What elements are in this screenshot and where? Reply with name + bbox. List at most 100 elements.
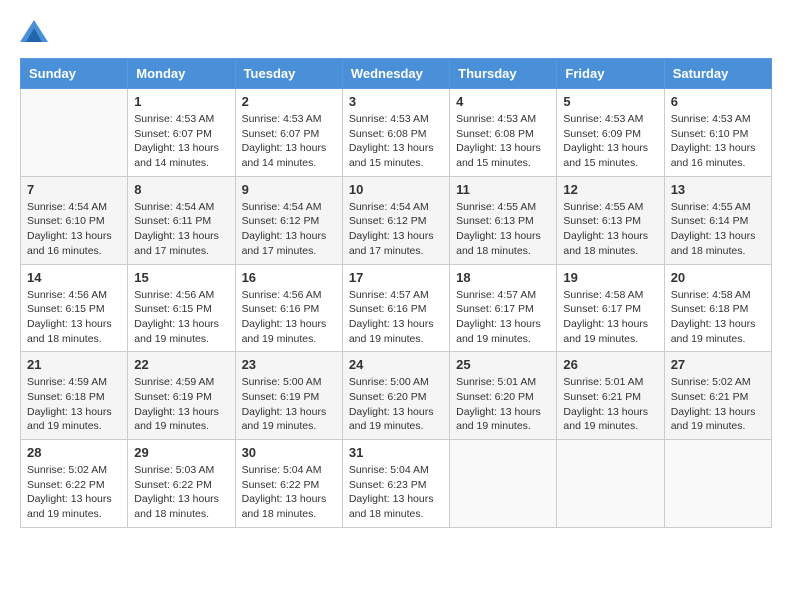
- calendar-cell: 18Sunrise: 4:57 AMSunset: 6:17 PMDayligh…: [450, 264, 557, 352]
- calendar-cell: 23 Sunrise: 5:00 AMSunset: 6:19 PMDayligh…: [235, 352, 342, 440]
- calendar-header-row: SundayMondayTuesdayWednesdayThursdayFrid…: [21, 59, 772, 89]
- day-number: 30: [242, 445, 336, 460]
- day-number: 8: [134, 182, 228, 197]
- day-info: Sunrise: 4:59 AMSunset: 6:18 PMDaylight:…: [27, 375, 121, 434]
- day-number: 5: [563, 94, 657, 109]
- calendar-cell: 22 Sunrise: 4:59 AMSunset: 6:19 PMDayligh…: [128, 352, 235, 440]
- calendar-cell: 10 Sunrise: 4:54 AMSunset: 6:12 PMDayligh…: [342, 176, 449, 264]
- calendar-cell: 30 Sunrise: 5:04 AMSunset: 6:22 PMDayligh…: [235, 440, 342, 528]
- calendar-week-row: 1 Sunrise: 4:53 AMSunset: 6:07 PMDaylight…: [21, 89, 772, 177]
- day-info: Sunrise: 4:53 AMSunset: 6:10 PMDaylight:…: [671, 112, 765, 171]
- header-monday: Monday: [128, 59, 235, 89]
- day-number: 22: [134, 357, 228, 372]
- header-thursday: Thursday: [450, 59, 557, 89]
- day-info: Sunrise: 4:53 AMSunset: 6:07 PMDaylight:…: [242, 112, 336, 171]
- day-info: Sunrise: 4:55 AMSunset: 6:14 PMDaylight:…: [671, 200, 765, 259]
- calendar-cell: [450, 440, 557, 528]
- day-info: Sunrise: 4:55 AMSunset: 6:13 PMDaylight:…: [563, 200, 657, 259]
- day-info: Sunrise: 4:59 AMSunset: 6:19 PMDaylight:…: [134, 375, 228, 434]
- day-info: Sunrise: 5:04 AMSunset: 6:22 PMDaylight:…: [242, 463, 336, 522]
- day-number: 20: [671, 270, 765, 285]
- day-number: 1: [134, 94, 228, 109]
- day-number: 15: [134, 270, 228, 285]
- day-info: Sunrise: 5:00 AMSunset: 6:19 PMDaylight:…: [242, 375, 336, 434]
- calendar-cell: 13 Sunrise: 4:55 AMSunset: 6:14 PMDayligh…: [664, 176, 771, 264]
- header-friday: Friday: [557, 59, 664, 89]
- day-info: Sunrise: 4:54 AMSunset: 6:11 PMDaylight:…: [134, 200, 228, 259]
- header-sunday: Sunday: [21, 59, 128, 89]
- logo-icon: [20, 20, 48, 42]
- day-info: Sunrise: 4:53 AMSunset: 6:07 PMDaylight:…: [134, 112, 228, 171]
- day-number: 24: [349, 357, 443, 372]
- day-number: 31: [349, 445, 443, 460]
- calendar-cell: 15 Sunrise: 4:56 AMSunset: 6:15 PMDayligh…: [128, 264, 235, 352]
- calendar-cell: 16 Sunrise: 4:56 AMSunset: 6:16 PMDayligh…: [235, 264, 342, 352]
- calendar-cell: 19 Sunrise: 4:58 AMSunset: 6:17 PMDayligh…: [557, 264, 664, 352]
- day-info: Sunrise: 5:01 AMSunset: 6:20 PMDaylight:…: [456, 375, 550, 434]
- day-info: Sunrise: 4:53 AMSunset: 6:08 PMDaylight:…: [456, 112, 550, 171]
- day-info: Sunrise: 4:54 AMSunset: 6:12 PMDaylight:…: [349, 200, 443, 259]
- calendar-cell: 20 Sunrise: 4:58 AMSunset: 6:18 PMDayligh…: [664, 264, 771, 352]
- day-info: Sunrise: 5:04 AMSunset: 6:23 PMDaylight:…: [349, 463, 443, 522]
- day-number: 11: [456, 182, 550, 197]
- day-info: Sunrise: 4:53 AMSunset: 6:09 PMDaylight:…: [563, 112, 657, 171]
- day-info: Sunrise: 4:58 AMSunset: 6:17 PMDaylight:…: [563, 288, 657, 347]
- day-number: 25: [456, 357, 550, 372]
- day-number: 10: [349, 182, 443, 197]
- day-number: 23: [242, 357, 336, 372]
- day-info: Sunrise: 4:57 AMSunset: 6:16 PMDaylight:…: [349, 288, 443, 347]
- calendar-cell: 7 Sunrise: 4:54 AMSunset: 6:10 PMDaylight…: [21, 176, 128, 264]
- day-info: Sunrise: 5:01 AMSunset: 6:21 PMDaylight:…: [563, 375, 657, 434]
- day-number: 6: [671, 94, 765, 109]
- calendar-cell: 9 Sunrise: 4:54 AMSunset: 6:12 PMDaylight…: [235, 176, 342, 264]
- calendar-cell: 6 Sunrise: 4:53 AMSunset: 6:10 PMDaylight…: [664, 89, 771, 177]
- calendar-cell: [557, 440, 664, 528]
- day-info: Sunrise: 4:55 AMSunset: 6:13 PMDaylight:…: [456, 200, 550, 259]
- day-info: Sunrise: 4:56 AMSunset: 6:16 PMDaylight:…: [242, 288, 336, 347]
- calendar-cell: 27 Sunrise: 5:02 AMSunset: 6:21 PMDayligh…: [664, 352, 771, 440]
- calendar-cell: 12 Sunrise: 4:55 AMSunset: 6:13 PMDayligh…: [557, 176, 664, 264]
- calendar-week-row: 14 Sunrise: 4:56 AMSunset: 6:15 PMDayligh…: [21, 264, 772, 352]
- day-info: Sunrise: 4:56 AMSunset: 6:15 PMDaylight:…: [134, 288, 228, 347]
- header-tuesday: Tuesday: [235, 59, 342, 89]
- day-number: 14: [27, 270, 121, 285]
- day-info: Sunrise: 5:00 AMSunset: 6:20 PMDaylight:…: [349, 375, 443, 434]
- day-info: Sunrise: 4:54 AMSunset: 6:10 PMDaylight:…: [27, 200, 121, 259]
- calendar-cell: 14 Sunrise: 4:56 AMSunset: 6:15 PMDayligh…: [21, 264, 128, 352]
- day-number: 13: [671, 182, 765, 197]
- day-number: 7: [27, 182, 121, 197]
- day-number: 19: [563, 270, 657, 285]
- day-number: 29: [134, 445, 228, 460]
- calendar-cell: 5 Sunrise: 4:53 AMSunset: 6:09 PMDaylight…: [557, 89, 664, 177]
- day-number: 4: [456, 94, 550, 109]
- day-number: 9: [242, 182, 336, 197]
- calendar-cell: [21, 89, 128, 177]
- day-info: Sunrise: 4:58 AMSunset: 6:18 PMDaylight:…: [671, 288, 765, 347]
- day-info: Sunrise: 5:02 AMSunset: 6:21 PMDaylight:…: [671, 375, 765, 434]
- calendar-cell: 17 Sunrise: 4:57 AMSunset: 6:16 PMDayligh…: [342, 264, 449, 352]
- calendar-week-row: 21Sunrise: 4:59 AMSunset: 6:18 PMDayligh…: [21, 352, 772, 440]
- day-number: 16: [242, 270, 336, 285]
- logo: [20, 20, 52, 42]
- calendar-cell: 3Sunrise: 4:53 AMSunset: 6:08 PMDaylight…: [342, 89, 449, 177]
- day-info: Sunrise: 5:03 AMSunset: 6:22 PMDaylight:…: [134, 463, 228, 522]
- calendar-cell: 4 Sunrise: 4:53 AMSunset: 6:08 PMDaylight…: [450, 89, 557, 177]
- page-header: [20, 20, 772, 42]
- day-info: Sunrise: 4:53 AMSunset: 6:08 PMDaylight:…: [349, 112, 443, 171]
- calendar-cell: 26Sunrise: 5:01 AMSunset: 6:21 PMDayligh…: [557, 352, 664, 440]
- day-number: 2: [242, 94, 336, 109]
- day-number: 17: [349, 270, 443, 285]
- day-info: Sunrise: 4:54 AMSunset: 6:12 PMDaylight:…: [242, 200, 336, 259]
- calendar-cell: 28Sunrise: 5:02 AMSunset: 6:22 PMDayligh…: [21, 440, 128, 528]
- header-wednesday: Wednesday: [342, 59, 449, 89]
- day-number: 12: [563, 182, 657, 197]
- calendar-cell: [664, 440, 771, 528]
- day-info: Sunrise: 4:57 AMSunset: 6:17 PMDaylight:…: [456, 288, 550, 347]
- calendar-cell: 31 Sunrise: 5:04 AMSunset: 6:23 PMDayligh…: [342, 440, 449, 528]
- day-info: Sunrise: 4:56 AMSunset: 6:15 PMDaylight:…: [27, 288, 121, 347]
- day-number: 27: [671, 357, 765, 372]
- day-info: Sunrise: 5:02 AMSunset: 6:22 PMDaylight:…: [27, 463, 121, 522]
- header-saturday: Saturday: [664, 59, 771, 89]
- calendar-cell: 25 Sunrise: 5:01 AMSunset: 6:20 PMDayligh…: [450, 352, 557, 440]
- calendar-cell: 2 Sunrise: 4:53 AMSunset: 6:07 PMDaylight…: [235, 89, 342, 177]
